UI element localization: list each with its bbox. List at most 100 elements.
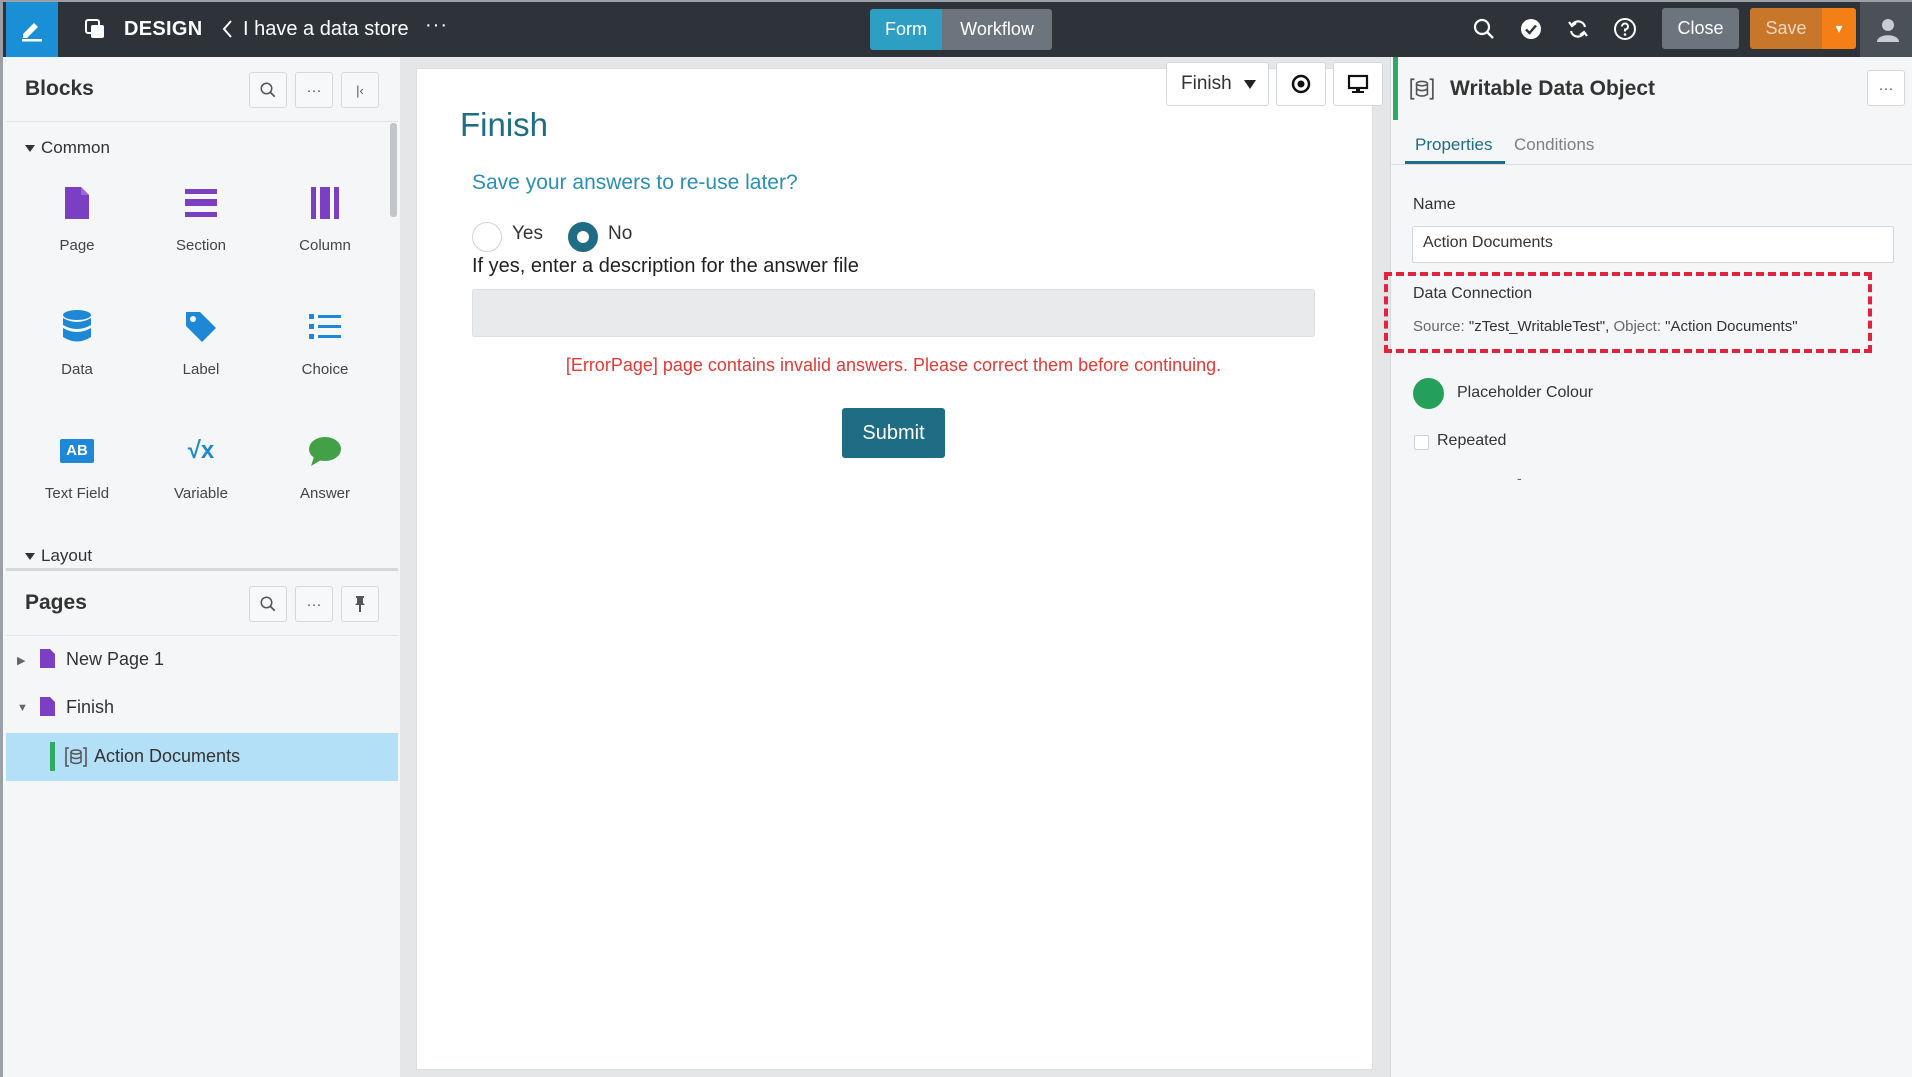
page-select-value: Finish bbox=[1181, 73, 1232, 94]
block-label-item[interactable]: Label bbox=[139, 307, 263, 407]
page-icon bbox=[59, 183, 95, 223]
data-object-icon bbox=[1410, 78, 1434, 100]
block-label: Answer bbox=[299, 485, 351, 502]
repeated-checkbox[interactable] bbox=[1414, 435, 1429, 450]
placeholder-colour-bar bbox=[50, 742, 55, 771]
tree-item-label: New Page 1 bbox=[66, 649, 165, 669]
column-icon bbox=[307, 183, 343, 223]
blocks-scrollbar[interactable] bbox=[390, 123, 397, 217]
caret-down-icon[interactable]: ▼ bbox=[17, 702, 28, 714]
block-text-field[interactable]: AB Text Field bbox=[15, 431, 139, 531]
block-variable[interactable]: √x Variable bbox=[139, 431, 263, 531]
desktop-view-button[interactable] bbox=[1333, 62, 1383, 106]
block-column[interactable]: Column bbox=[263, 183, 387, 283]
app-title: DESIGN bbox=[124, 18, 203, 40]
tab-conditions[interactable]: Conditions bbox=[1514, 135, 1594, 155]
pages-title: Pages bbox=[25, 591, 87, 614]
active-tab-indicator bbox=[1405, 161, 1505, 164]
page-icon bbox=[40, 697, 55, 716]
layout-group-toggle[interactable]: Layout bbox=[25, 546, 92, 566]
pages-more-button[interactable]: ··· bbox=[295, 586, 333, 622]
error-message: [ErrorPage] page contains invalid answer… bbox=[565, 355, 1222, 375]
pin-icon bbox=[355, 596, 365, 612]
radio-no[interactable] bbox=[568, 222, 598, 252]
data-object-icon bbox=[65, 747, 87, 767]
radio-yes[interactable] bbox=[472, 222, 502, 252]
form-title[interactable]: I have a data store bbox=[243, 18, 409, 41]
common-group-toggle[interactable]: Common bbox=[25, 138, 110, 158]
placeholder-colour-bar bbox=[1393, 57, 1398, 120]
variable-icon: √x bbox=[183, 431, 219, 471]
tree-item-new-page-1[interactable]: ▶ New Page 1 bbox=[6, 636, 398, 684]
block-label: Label bbox=[182, 361, 220, 378]
description-input[interactable] bbox=[472, 289, 1315, 337]
search-icon bbox=[260, 82, 276, 98]
page-title: Finish bbox=[460, 106, 549, 143]
name-label: Name bbox=[1413, 196, 1456, 213]
tabs-divider bbox=[1391, 164, 1912, 165]
close-button[interactable]: Close bbox=[1662, 8, 1739, 49]
save-button[interactable]: Save bbox=[1750, 8, 1822, 49]
pin-button[interactable] bbox=[341, 586, 379, 622]
form-tab[interactable]: Form bbox=[870, 9, 942, 50]
page-icon bbox=[40, 649, 55, 668]
block-answer[interactable]: Answer bbox=[263, 431, 387, 531]
tree-item-action-documents[interactable]: Action Documents bbox=[6, 733, 398, 781]
check-circle-icon[interactable] bbox=[1519, 17, 1543, 41]
description-label: If yes, enter a description for the answ… bbox=[472, 255, 859, 277]
block-label: Text Field bbox=[44, 485, 110, 502]
submit-button[interactable]: Submit bbox=[842, 408, 945, 458]
block-label: Section bbox=[175, 237, 227, 254]
search-icon bbox=[260, 596, 276, 612]
search-icon[interactable] bbox=[1472, 17, 1496, 41]
form-more-button[interactable]: ··· bbox=[425, 14, 448, 37]
monitor-icon bbox=[1347, 74, 1369, 93]
pencil-logo-icon bbox=[22, 22, 42, 41]
list-icon bbox=[307, 307, 343, 347]
dropdown-arrow-icon bbox=[1243, 79, 1256, 89]
app-logo[interactable] bbox=[6, 2, 58, 57]
variable-icon-text: √x bbox=[187, 437, 215, 464]
object-value: "Action Documents" bbox=[1665, 318, 1798, 335]
pages-search-button[interactable] bbox=[249, 586, 287, 622]
text-field-icon: AB bbox=[59, 431, 95, 471]
database-icon bbox=[59, 307, 95, 347]
block-label: Variable bbox=[174, 485, 228, 502]
name-input[interactable]: Action Documents bbox=[1412, 226, 1894, 263]
blocks-search-button[interactable] bbox=[249, 72, 287, 108]
tab-properties[interactable]: Properties bbox=[1415, 135, 1492, 155]
user-menu[interactable] bbox=[1860, 2, 1912, 57]
blocks-more-button[interactable]: ··· bbox=[295, 72, 333, 108]
mode-switch: Form Workflow bbox=[870, 9, 1052, 50]
tag-icon bbox=[183, 307, 219, 347]
block-section[interactable]: Section bbox=[139, 183, 263, 283]
data-connection-value: Source: "zTest_WritableTest", Object: "A… bbox=[1413, 318, 1798, 335]
preview-button[interactable] bbox=[1276, 62, 1326, 106]
form-canvas bbox=[416, 68, 1373, 1070]
placeholder-colour-swatch[interactable] bbox=[1413, 378, 1444, 409]
tree-item-finish[interactable]: ▼ Finish bbox=[6, 684, 398, 732]
help-icon[interactable] bbox=[1613, 17, 1637, 41]
section-icon bbox=[183, 183, 219, 223]
dash-text: - bbox=[1517, 470, 1522, 486]
workflow-tab[interactable]: Workflow bbox=[942, 9, 1052, 50]
collapse-panel-button[interactable]: |‹ bbox=[341, 72, 379, 108]
radio-no-label: No bbox=[608, 223, 633, 244]
text-field-icon-text: AB bbox=[60, 439, 94, 463]
sync-icon[interactable] bbox=[1566, 17, 1590, 41]
question-label: Save your answers to re-use later? bbox=[472, 171, 798, 194]
back-chevron-icon[interactable] bbox=[219, 16, 235, 42]
save-dropdown-button[interactable]: ▾ bbox=[1822, 8, 1856, 49]
block-choice[interactable]: Choice bbox=[263, 307, 387, 407]
page-select[interactable]: Finish bbox=[1166, 62, 1269, 106]
caret-right-icon[interactable]: ▶ bbox=[17, 654, 25, 667]
blocks-header: Blocks ··· |‹ bbox=[6, 57, 398, 122]
block-label: Choice bbox=[301, 361, 349, 378]
block-label: Data bbox=[61, 361, 93, 378]
block-page[interactable]: Page bbox=[15, 183, 139, 283]
block-data[interactable]: Data bbox=[15, 307, 139, 407]
caret-down-icon bbox=[25, 145, 35, 153]
copy-icon[interactable] bbox=[83, 17, 107, 41]
layout-group-label: Layout bbox=[41, 546, 93, 565]
properties-more-button[interactable]: ··· bbox=[1867, 70, 1905, 106]
